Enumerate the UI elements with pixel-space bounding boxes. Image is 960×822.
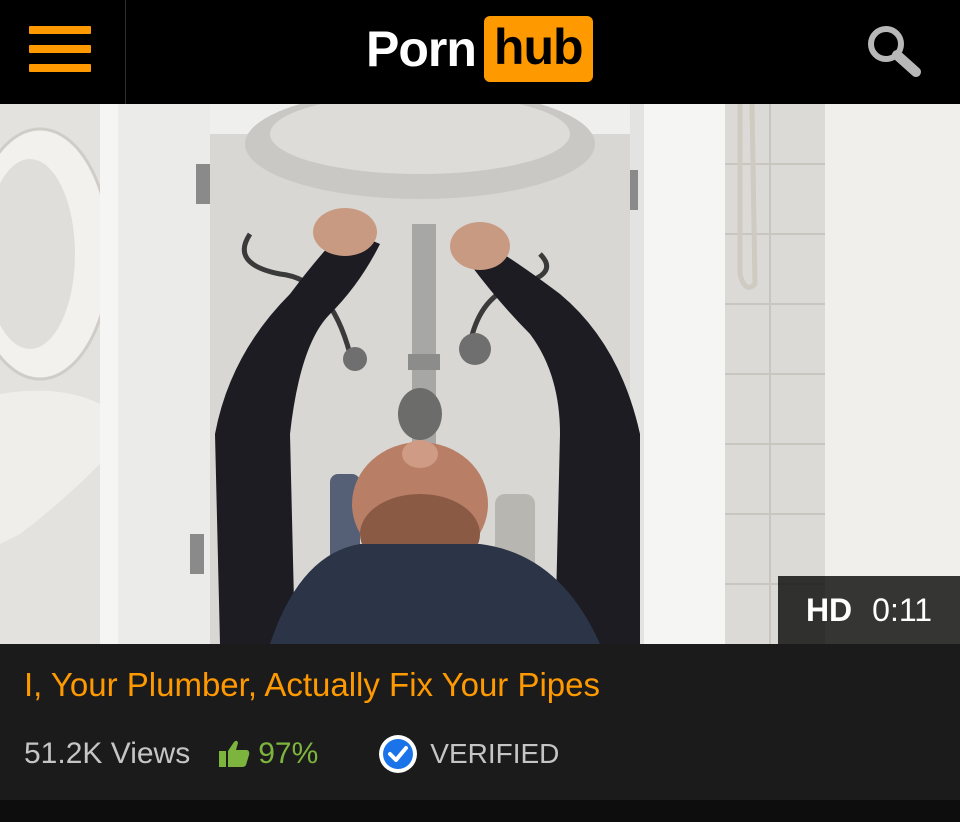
site-logo[interactable]: Porn hub bbox=[366, 14, 593, 84]
verified-check-icon bbox=[379, 735, 418, 773]
video-info: I, Your Plumber, Actually Fix Your Pipes… bbox=[0, 644, 960, 800]
video-thumbnail[interactable]: HD 0:11 bbox=[0, 104, 960, 644]
duration-badge: HD 0:11 bbox=[778, 576, 960, 644]
menu-button[interactable] bbox=[0, 0, 126, 104]
logo-text-hub: hub bbox=[483, 16, 593, 82]
video-frame bbox=[0, 104, 960, 644]
header: Porn hub bbox=[0, 0, 960, 104]
video-title[interactable]: I, Your Plumber, Actually Fix Your Pipes bbox=[24, 666, 600, 704]
search-button[interactable] bbox=[858, 20, 928, 80]
view-count: 51.2K Views bbox=[24, 737, 191, 770]
hd-badge: HD bbox=[805, 591, 853, 628]
verified-label: VERIFIED bbox=[430, 738, 560, 769]
bottom-divider bbox=[0, 800, 960, 822]
video-meta: 51.2K Views 97% VERIFIED bbox=[24, 734, 559, 774]
search-icon bbox=[868, 26, 921, 77]
logo-text-porn: Porn bbox=[366, 21, 477, 77]
video-duration: 0:11 bbox=[872, 591, 933, 628]
app: Porn hub HD 0:11 I, Your Plumber, Actual… bbox=[0, 0, 960, 822]
thumbs-up-icon bbox=[219, 740, 250, 767]
rating-percent: 97% bbox=[258, 737, 319, 770]
